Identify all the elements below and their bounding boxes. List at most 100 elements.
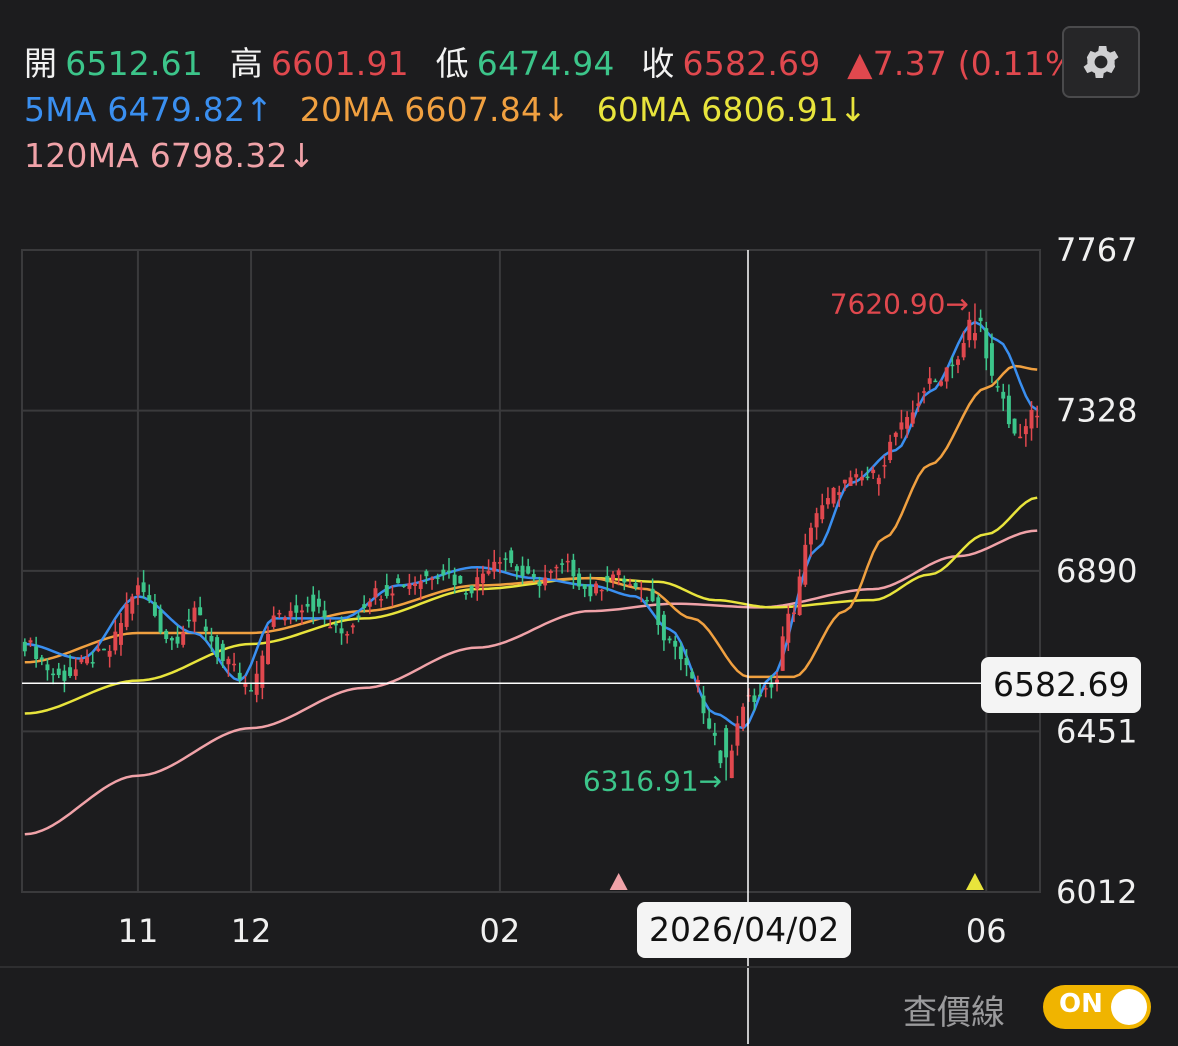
candle-body	[577, 573, 582, 587]
candle-body	[611, 574, 615, 581]
candle-body	[169, 637, 174, 641]
price-line-toggle[interactable]: ON	[1043, 985, 1151, 1029]
candle-body	[910, 412, 915, 424]
candle-body	[56, 668, 61, 676]
candle-body	[871, 469, 876, 474]
candle-body	[350, 625, 355, 628]
candle-body	[68, 667, 73, 676]
candle-body	[622, 578, 627, 583]
price-chart[interactable]: 7620.90→ 6316.91→ 7767 7328 6890 6451 6012 11…	[0, 0, 1178, 1044]
candle-body	[305, 603, 310, 607]
candle-body	[486, 570, 491, 574]
candle-body	[707, 718, 712, 729]
candle-body	[237, 672, 242, 680]
max-price-annotation: 7620.90→	[830, 287, 969, 320]
candle-body	[362, 604, 367, 609]
candle-body	[198, 607, 203, 616]
candle-body	[893, 432, 898, 437]
candle-body	[164, 630, 169, 640]
candle-body	[972, 333, 977, 341]
price-line-toggle-label: 查價線	[903, 993, 1005, 1033]
candle-body	[62, 670, 67, 681]
candle-body	[243, 683, 248, 687]
candle-body	[452, 574, 457, 586]
signal-marker	[965, 873, 984, 890]
candle-body	[1029, 410, 1034, 429]
candle-body	[107, 650, 112, 657]
candle-body	[803, 544, 808, 585]
candle-body	[181, 632, 186, 645]
candle-body	[616, 570, 621, 576]
min-price-annotation: 6316.91→	[583, 764, 722, 797]
candle-body	[769, 683, 774, 688]
candle-body	[554, 566, 559, 569]
candle-body	[85, 657, 90, 664]
candle-body	[45, 664, 50, 671]
candle-body	[916, 403, 921, 407]
candle-body	[79, 659, 84, 663]
candle-body	[226, 658, 231, 665]
candle-body	[854, 474, 859, 478]
candle-body	[735, 723, 740, 746]
candle-body	[249, 690, 254, 692]
candle-body	[560, 563, 565, 565]
candle-body	[927, 378, 932, 384]
toggle-state: ON	[1059, 989, 1103, 1019]
candle-body	[345, 634, 350, 636]
candle-body	[752, 695, 757, 703]
candle-body	[333, 623, 338, 626]
candle-body	[51, 673, 56, 676]
candle-body	[367, 601, 372, 607]
x-tick-label: 06	[966, 912, 1007, 950]
candle-body	[135, 585, 140, 595]
x-tick-label: 02	[480, 912, 521, 950]
candle-body	[808, 527, 813, 545]
candle-body	[379, 599, 384, 601]
candle-body	[356, 615, 361, 618]
candle-body	[277, 612, 282, 615]
candle-body	[175, 636, 180, 644]
candle-body	[548, 571, 553, 573]
candle-body	[837, 492, 842, 495]
signal-marker	[609, 873, 628, 890]
candle-body	[814, 513, 819, 528]
candle-body	[424, 571, 429, 577]
candle-body	[701, 695, 706, 714]
candle-body	[186, 619, 191, 622]
candle-body	[899, 422, 904, 430]
candle-body	[1035, 415, 1040, 418]
candle-body	[232, 663, 237, 666]
candle-body	[633, 583, 638, 588]
toggle-knob	[1111, 989, 1147, 1025]
candle-body	[113, 631, 118, 651]
candle-body	[447, 570, 451, 573]
candle-body	[492, 561, 497, 572]
candle-body	[961, 343, 966, 358]
candle-body	[28, 640, 33, 643]
candle-body	[441, 569, 446, 576]
candle-body	[124, 604, 129, 627]
candle-body	[644, 599, 649, 602]
candle-body	[565, 560, 570, 563]
candle-body	[526, 566, 531, 574]
candle-body	[1001, 391, 1006, 399]
candle-body	[39, 657, 44, 660]
candle-body	[741, 706, 746, 727]
candle-body	[831, 487, 836, 504]
candle-body	[152, 602, 157, 616]
candle-body	[594, 583, 599, 594]
candle-body	[582, 584, 587, 589]
candle-body	[118, 622, 123, 645]
candle-body	[435, 577, 440, 579]
candle-body	[469, 585, 474, 594]
candle-body	[639, 588, 644, 590]
candle-body	[503, 558, 508, 560]
candle-body	[956, 359, 960, 365]
candle-body	[520, 565, 525, 576]
candle-body	[865, 476, 870, 479]
candle-body	[825, 498, 830, 505]
candle-body	[1006, 395, 1011, 425]
candle-body	[944, 367, 949, 382]
candle-body	[311, 594, 316, 612]
candle-body	[373, 588, 378, 598]
